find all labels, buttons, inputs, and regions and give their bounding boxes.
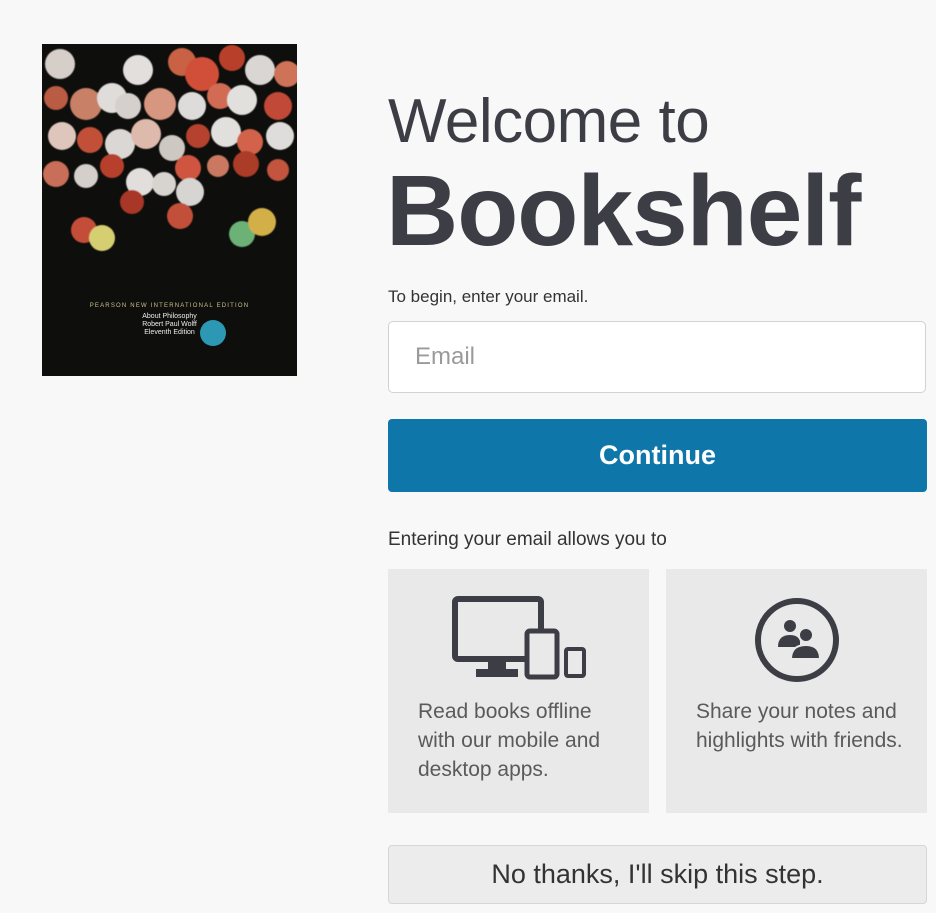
book-cover: PEARSON NEW INTERNATIONAL EDITION About …	[42, 44, 297, 376]
email-prompt: To begin, enter your email.	[388, 287, 589, 306]
benefit-card-share: Share your notes and highlights with fri…	[666, 569, 927, 813]
cover-edition-banner: PEARSON NEW INTERNATIONAL EDITION	[89, 303, 250, 309]
devices-icon	[452, 596, 586, 680]
benefit-text-offline: Read books offline with our mobile and d…	[418, 700, 601, 781]
continue-button[interactable]: Continue	[388, 419, 927, 492]
bokeh-artwork-icon	[43, 45, 297, 251]
benefit-card-offline: Read books offline with our mobile and d…	[388, 569, 649, 813]
benefit-text-share: Share your notes and highlights with fri…	[696, 700, 903, 752]
cover-title: About Philosophy	[142, 313, 197, 320]
welcome-heading: Welcome to	[388, 87, 710, 156]
cover-author: Robert Paul Wolff	[142, 321, 197, 328]
skip-button[interactable]: No thanks, I'll skip this step.	[388, 845, 927, 904]
benefits-intro: Entering your email allows you to	[388, 529, 667, 550]
share-people-icon	[755, 598, 839, 682]
email-input[interactable]	[388, 321, 926, 393]
brand-heading: Bookshelf	[386, 155, 861, 267]
cover-edition: Eleventh Edition	[144, 329, 195, 336]
